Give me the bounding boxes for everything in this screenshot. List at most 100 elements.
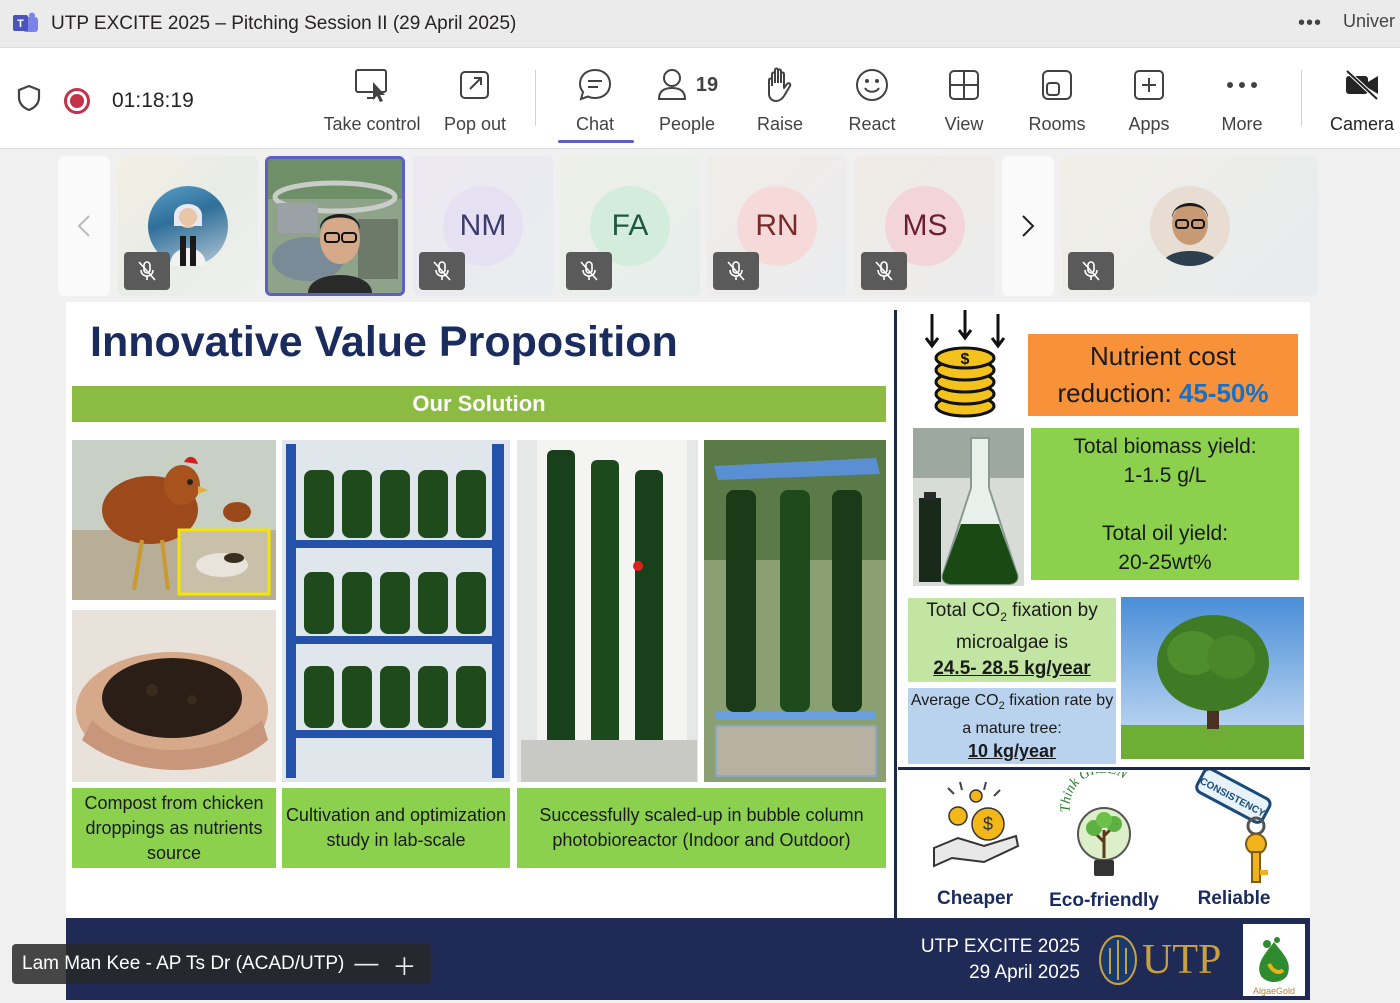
svg-text:Think GREEN: Think GREEN [1058,772,1130,812]
rooms-icon [1040,64,1074,106]
next-participants-button[interactable] [1002,156,1054,296]
co2-tree-box: Average CO2 fixation rate by a mature tr… [908,688,1116,764]
active-speaker-tile[interactable] [265,156,405,296]
window-title: UTP EXCITE 2025 – Pitching Session II (2… [51,12,517,34]
money-hand-icon: $ [933,781,1020,868]
utp-logo: UTP [1098,932,1238,988]
chicken-photo [72,440,276,600]
shared-slide: Innovative Value Proposition Our Solutio… [66,302,1310,1000]
title-bar: T UTP EXCITE 2025 – Pitching Session II … [0,0,1400,48]
people-icon: 19 [656,64,718,106]
view-label: View [944,114,984,134]
participant-tile[interactable] [1062,156,1318,296]
zoom-in-icon[interactable]: ＋ [392,947,416,982]
biomass-value: 1-1.5 g/L [1123,463,1207,487]
meeting-timer: 01:18:19 [112,88,194,112]
participant-tile[interactable]: FA [560,156,700,296]
teams-logo-icon: T [13,12,39,36]
chevron-right-icon [1022,215,1035,237]
chat-icon [576,64,614,106]
pop-out-label: Pop out [443,114,507,134]
participant-tile[interactable]: NM [413,156,553,296]
presenter-name: Lam Man Kee - AP Ts Dr (ACAD/UTP) [22,953,345,974]
zoom-out-icon[interactable]: — [354,950,378,978]
co2-microalgae-text-3: microalgae is [956,631,1068,653]
apps-button[interactable]: Apps [1099,64,1199,135]
rooms-button[interactable]: Rooms [1007,64,1107,135]
lab-rack-photo [282,440,510,782]
slide-title: Innovative Value Proposition [90,318,678,366]
camera-off-icon [1343,64,1381,106]
people-count: 19 [695,73,719,96]
oil-value: 20-25wt% [1118,550,1212,574]
chat-label: Chat [575,114,615,134]
svg-text:$: $ [961,351,970,368]
raise-hand-icon [762,64,798,106]
raise-hand-button[interactable]: Raise [730,64,830,135]
shield-icon[interactable] [16,84,42,117]
participant-photo [1150,186,1230,266]
benefit-cheaper: Cheaper [936,888,1014,909]
chat-button[interactable]: Chat [545,64,645,135]
more-options-icon[interactable]: ••• [1298,12,1322,35]
presenter-name-tag: Lam Man Kee - AP Ts Dr (ACAD/UTP) — ＋ [12,944,431,984]
take-control-button[interactable]: Take control [322,64,422,135]
utp-logo-text: UTP [1142,937,1222,983]
toolbar-divider [1301,70,1302,126]
muted-mic-icon [1068,252,1114,290]
biomass-label: Total biomass yield: [1073,434,1257,458]
camera-button[interactable]: Camera [1312,64,1400,135]
view-button[interactable]: View [914,64,1014,135]
recording-icon [64,87,90,114]
footer-date: 29 April 2025 [969,962,1080,983]
benefit-eco-friendly: Eco-friendly [1049,890,1159,911]
algaegold-logo: AlgaeGold [1243,924,1305,996]
take-control-icon [353,64,391,106]
camera-label: Camera [1329,114,1395,134]
caption-lab-scale: Cultivation and optimization study in la… [282,788,510,868]
compost-photo [72,610,276,782]
toolbar-divider [535,70,536,126]
participant-tile[interactable]: MS [855,156,995,296]
muted-mic-icon [861,252,907,290]
coins-icon: $ [924,310,1006,418]
indoor-photobioreactor-photo [517,440,698,782]
more-icon [1225,64,1259,106]
muted-mic-icon [566,252,612,290]
participant-tile[interactable]: RN [707,156,847,296]
meeting-toolbar: 01:18:19 Take control Pop out Chat 19 Pe… [0,48,1400,149]
smiley-icon [854,64,890,106]
org-name[interactable]: Univer [1343,11,1395,32]
flask-photo [913,428,1024,586]
previous-participants-button[interactable] [58,156,110,296]
co2-microalgae-text-2: fixation by [1006,600,1098,622]
chevron-left-icon [77,215,90,237]
utp-emblem-icon [1099,935,1137,985]
add-apps-icon [1132,64,1166,106]
nutrient-cost-label: Nutrient cost [1090,341,1236,371]
our-solution-header: Our Solution [72,386,886,422]
nutrient-cost-label-2: reduction: [1057,378,1179,408]
algaegold-text: AlgaeGold [1252,986,1296,996]
svg-text:T: T [17,18,24,30]
rooms-label: Rooms [1028,114,1086,134]
algaegold-leaf-icon [1259,937,1289,982]
grid-view-icon [947,64,981,106]
benefit-reliable: Reliable [1197,888,1271,909]
more-label: More [1221,114,1263,134]
nutrient-cost-box: Nutrient cost reduction: 45-50% [1028,334,1298,416]
muted-mic-icon [713,252,759,290]
outdoor-photobioreactor-photo [704,440,886,782]
apps-label: Apps [1128,114,1170,134]
people-button[interactable]: 19 People [637,64,737,135]
react-button[interactable]: React [822,64,922,135]
participant-tile[interactable] [118,156,258,296]
react-label: React [848,114,896,134]
footer-text: UTP EXCITE 2025 29 April 2025 [921,934,1080,986]
yield-box: Total biomass yield: 1-1.5 g/L Total oil… [1031,428,1299,580]
co2-tree-text-2: fixation rate by [1004,692,1114,710]
raise-label: Raise [756,114,804,134]
more-button[interactable]: More [1192,64,1292,135]
subscript: 2 [1000,609,1007,624]
pop-out-button[interactable]: Pop out [425,64,525,135]
